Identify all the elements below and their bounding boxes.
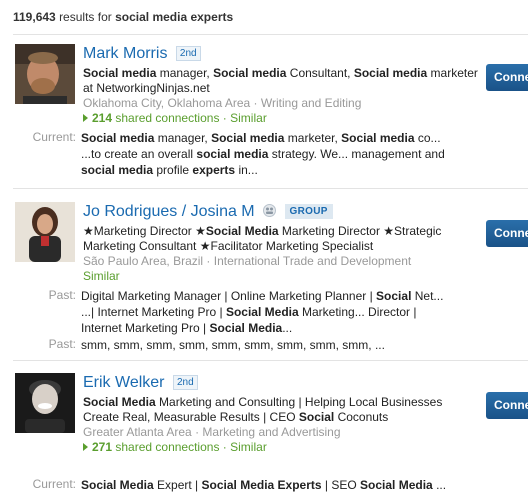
group-icon [263,203,277,217]
location: Oklahoma City, Oklahoma Area [83,96,251,110]
shared-label[interactable]: shared connections [115,111,219,125]
connect-button[interactable]: Connect [486,392,528,419]
location-industry: Greater Atlanta Area · Marketing and Adv… [83,425,478,440]
result-card-erik-welker: Erik Welker 2nd Social Media Marketing a… [0,370,528,493]
divider [13,188,528,189]
location-industry: São Paulo Area, Brazil · International T… [83,254,478,269]
result-info: Erik Welker 2nd Social Media Marketing a… [83,373,478,455]
meta-separator: · [222,111,227,125]
divider [13,34,528,35]
profile-name-link[interactable]: Erik Welker [83,374,165,391]
profile-name-link[interactable]: Jo Rodrigues / Josina M [83,203,255,220]
name-row: Mark Morris 2nd [83,44,478,64]
name-row: Jo Rodrigues / Josina M GROUP [83,202,478,222]
similar-link[interactable]: Similar [230,111,267,125]
headline: ★Marketing Director ★Social Media Market… [83,224,442,253]
connect-button[interactable]: Connect [486,220,528,247]
industry: International Trade and Development [213,254,412,268]
divider [13,360,528,361]
similar-link[interactable]: Similar [83,269,120,283]
detail-text: Digital Marketing Manager | Online Marke… [81,289,444,335]
result-card-jo-rodrigues: Jo Rodrigues / Josina M GROUP ★Marketing… [0,198,528,358]
result-info: Mark Morris 2nd Social media manager, So… [83,44,478,126]
detail-label: Current: [32,130,76,144]
degree-badge: 2nd [172,375,198,390]
shared-connections: 271 shared connections · Similar [83,440,478,455]
results-query: social media experts [115,10,234,24]
degree-badge: 2nd [175,46,201,61]
result-card-mark-morris: Mark Morris 2nd Social media manager, So… [0,40,528,185]
industry: Writing and Editing [260,96,362,110]
shared-connections: 214 shared connections · Similar [83,111,478,126]
avatar[interactable] [15,202,75,262]
results-text: results for [59,10,112,24]
detail-text: smm, smm, smm, smm, smm, smm, smm, smm, … [81,338,385,352]
expand-arrow-icon[interactable] [83,114,88,122]
results-count: 119,643 [13,10,56,24]
detail-label: Past: [48,337,76,351]
shared-count[interactable]: 214 [92,111,112,125]
group-badge: GROUP [284,204,333,219]
avatar[interactable] [15,373,75,433]
connect-button[interactable]: Connect [486,64,528,91]
similar-row: Similar [83,269,478,284]
meta-separator: · [222,440,227,454]
results-summary: 119,643 results for social media experts [13,10,233,24]
detail-text: Social media manager, Social media marke… [81,131,445,177]
shared-label[interactable]: shared connections [115,440,219,454]
meta-separator: · [253,96,258,110]
industry: Marketing and Advertising [202,425,341,439]
shared-count[interactable]: 271 [92,440,112,454]
profile-name-link[interactable]: Mark Morris [83,45,167,62]
detail-text: Social Media Expert | Social Media Exper… [81,478,447,492]
headline: Social media manager, Social media Consu… [83,66,478,95]
meta-separator: · [206,254,211,268]
similar-link[interactable]: Similar [230,440,267,454]
detail-label: Past: [48,288,76,302]
result-info: Jo Rodrigues / Josina M GROUP ★Marketing… [83,202,478,284]
location-industry: Oklahoma City, Oklahoma Area · Writing a… [83,96,478,111]
avatar[interactable] [15,44,75,104]
detail-label: Current: [32,477,76,491]
location: Greater Atlanta Area [83,425,192,439]
headline: Social Media Marketing and Consulting | … [83,395,443,424]
meta-separator: · [195,425,200,439]
expand-arrow-icon[interactable] [83,443,88,451]
location: São Paulo Area, Brazil [83,254,204,268]
name-row: Erik Welker 2nd [83,373,478,393]
